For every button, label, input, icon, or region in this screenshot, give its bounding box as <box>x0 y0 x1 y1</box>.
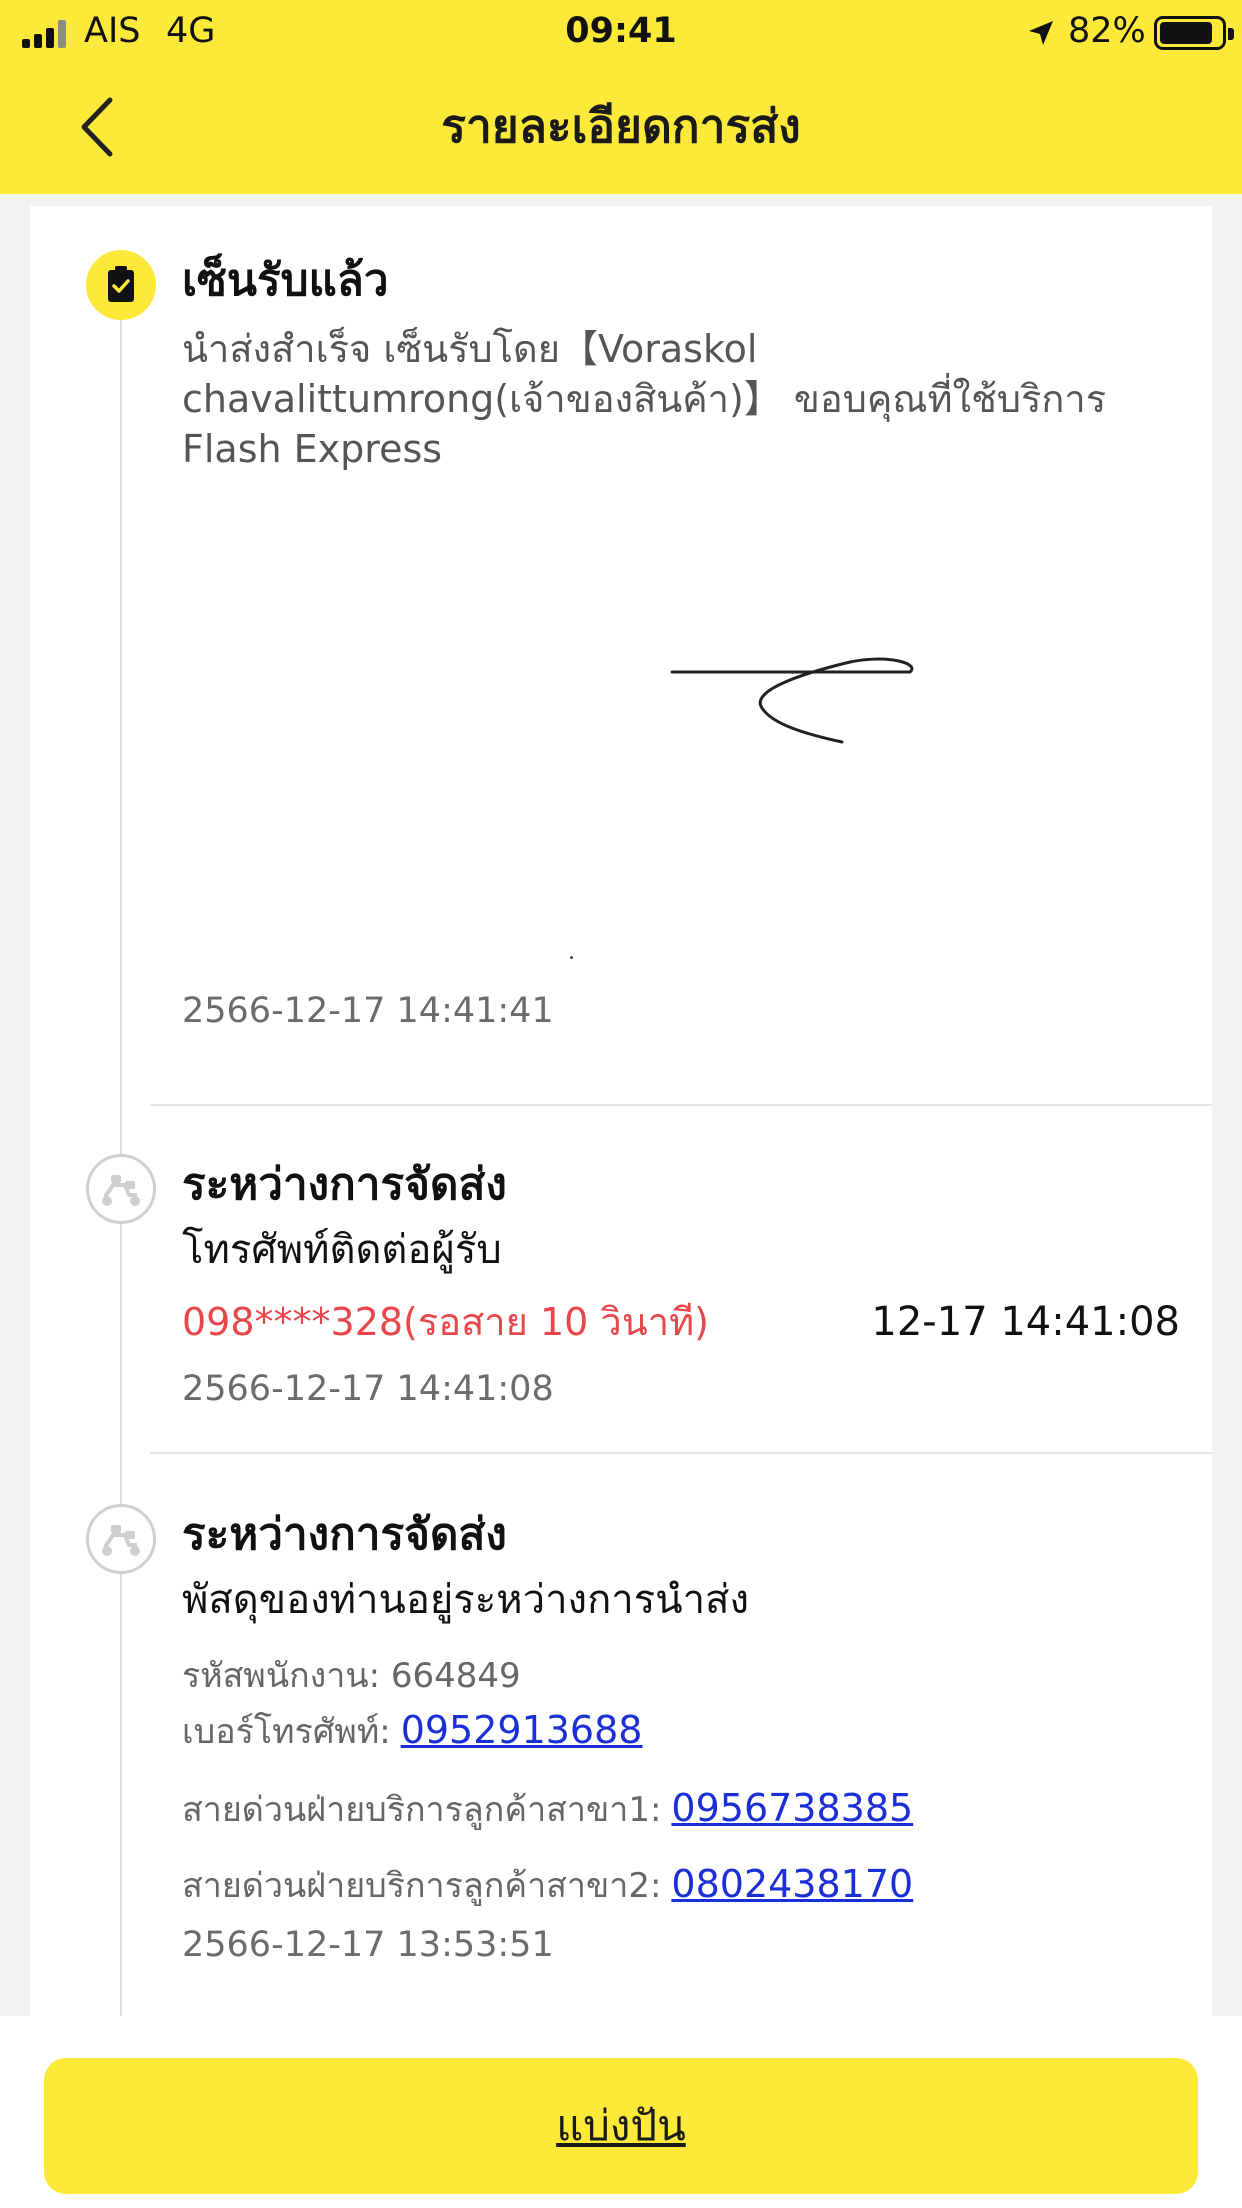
hotline1-label: สายด่วนฝ่ายบริการลูกค้าสาขา1: <box>182 1790 662 1830</box>
bottom-bar: แบ่งปัน <box>0 2016 1242 2208</box>
hotline2-row: สายด่วนฝ่ายบริการลูกค้าสาขา2: 0802438170 <box>182 1860 913 1910</box>
event-status-delivering: ระหว่างการจัดส่ง <box>182 1509 507 1560</box>
hotline1-link[interactable]: 0956738385 <box>671 1786 913 1830</box>
scooter-icon <box>102 1525 140 1556</box>
clipboard-check-icon <box>108 266 134 302</box>
event-icon-signed <box>86 250 156 320</box>
signature-dot <box>570 956 573 959</box>
staff-id: รหัสพนักงาน: 664849 <box>182 1656 521 1696</box>
hotline2-label: สายด่วนฝ่ายบริการลูกค้าสาขา2: <box>182 1866 662 1906</box>
event-icon-delivering <box>86 1504 156 1574</box>
staff-phone-link[interactable]: 0952913688 <box>401 1708 643 1752</box>
event-description: นำส่งสำเร็จ เซ็นรับโดย【Voraskol chavalit… <box>182 327 1107 471</box>
hotline1-row: สายด่วนฝ่ายบริการลูกค้าสาขา1: 0956738385 <box>182 1784 913 1834</box>
share-button[interactable]: แบ่งปัน <box>44 2058 1198 2194</box>
event-timestamp: 2566-12-17 14:41:41 <box>182 991 554 1031</box>
event-status-signed: เซ็นรับแล้ว <box>182 255 389 306</box>
header: AIS 4G 09:41 82% รายละเอียดการส่ง <box>0 0 1242 194</box>
call-time: 12-17 14:41:08 <box>871 1299 1180 1345</box>
divider <box>150 1452 1212 1454</box>
hotline2-link[interactable]: 0802438170 <box>671 1862 913 1906</box>
signature-image <box>670 657 914 744</box>
call-info: 098****328(รอสาย 10 วินาที) <box>182 1300 709 1344</box>
page-title: รายละเอียดการส่ง <box>441 99 801 153</box>
event-icon-delivering <box>86 1154 156 1224</box>
status-bar: AIS 4G 09:41 82% <box>0 0 1242 62</box>
battery-percent: 82% <box>1068 11 1146 51</box>
divider <box>150 1104 1212 1106</box>
staff-phone-label: เบอร์โทรศัพท์: <box>182 1712 391 1752</box>
event-timestamp: 2566-12-17 14:41:08 <box>182 1369 554 1409</box>
event-subtitle: พัสดุของท่านอยู่ระหว่างการนำส่ง <box>182 1577 749 1623</box>
battery-icon <box>1154 16 1234 50</box>
scooter-icon <box>102 1175 140 1206</box>
event-timestamp: 2566-12-17 13:53:51 <box>182 1925 554 1965</box>
event-subtitle: โทรศัพท์ติดต่อผู้รับ <box>182 1227 502 1273</box>
event-status-delivering: ระหว่างการจัดส่ง <box>182 1159 507 1210</box>
staff-phone-row: เบอร์โทรศัพท์: 0952913688 <box>182 1706 642 1756</box>
location-arrow-icon <box>1029 21 1053 45</box>
timeline-card: เซ็นรับแล้ว นำส่งสำเร็จ เซ็นรับโดย【Voras… <box>30 206 1212 2016</box>
